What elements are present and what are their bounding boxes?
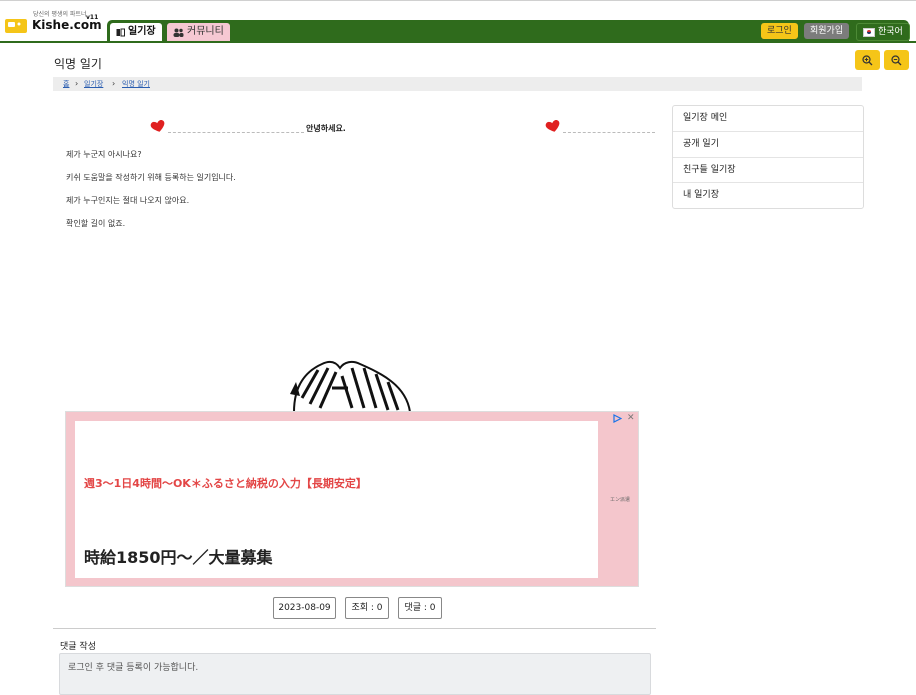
tab-community[interactable]: 커뮤니티 — [167, 23, 230, 41]
ad-content: 週3〜1日4時間〜OK＊ふるさと納税の入力【長期安定】 時給1850円〜／大量募… — [75, 421, 598, 578]
comment-count: 댓글 : 0 — [398, 597, 442, 619]
ad-choices-icon[interactable] — [613, 414, 622, 423]
zebra-illustration — [290, 360, 412, 412]
breadcrumb-anonymous-diary[interactable]: 익명 일기 — [122, 77, 150, 91]
heart-icon — [545, 119, 560, 132]
sidebar-item-diary-main[interactable]: 일기장 메인 — [673, 106, 863, 131]
logo-tagline: 당신의 평생의 파트너 — [33, 11, 87, 18]
breadcrumb-diary[interactable]: 일기장 — [84, 77, 103, 91]
comment-input[interactable]: 로그인 후 댓글 등록이 가능합니다. — [59, 653, 651, 695]
tab-community-label: 커뮤니티 — [187, 26, 224, 37]
zoom-in-icon — [862, 54, 873, 65]
ad-brand: エン派遣 — [610, 497, 631, 503]
logo-mark-icon — [5, 19, 27, 33]
comment-label: 댓글 작성 — [60, 642, 96, 652]
diary-line: 제가 누구인지는 절대 나오지 않아요. — [66, 196, 190, 205]
diary-title: 안녕하세요. — [306, 124, 346, 133]
book-icon — [116, 28, 125, 36]
comment-placeholder: 로그인 후 댓글 등록이 가능합니다. — [68, 663, 199, 673]
korea-flag-icon — [863, 27, 875, 37]
signup-button[interactable]: 회원가입 — [804, 23, 850, 39]
navbar-underline — [0, 41, 916, 43]
diary-date: 2023-08-09 — [273, 597, 336, 619]
view-count: 조회 : 0 — [345, 597, 389, 619]
tab-diary[interactable]: 일기장 — [110, 23, 162, 41]
logo-version: v11 — [86, 14, 99, 21]
sidebar-item-friends-diary[interactable]: 친구들 일기장 — [673, 157, 863, 183]
sidebar-item-public-diary[interactable]: 공개 일기 — [673, 131, 863, 157]
sidebar-menu: 일기장 메인 공개 일기 친구들 일기장 내 일기장 — [672, 105, 864, 209]
login-button[interactable]: 로그인 — [761, 23, 798, 39]
dashed-divider — [168, 132, 304, 133]
ad-banner[interactable]: 週3〜1日4時間〜OK＊ふるさと納税の入力【長期安定】 時給1850円〜／大量募… — [65, 411, 639, 587]
main-navbar: 일기장 커뮤니티 로그인 회원가입 한국어 — [107, 20, 910, 41]
diary-line: 제가 누군지 아시나요? — [66, 150, 142, 159]
chevron-right-icon: › — [112, 79, 116, 88]
language-label: 한국어 — [878, 27, 903, 37]
chevron-right-icon: › — [75, 79, 79, 88]
ad-subheadline: 時給1850円〜／大量募集 — [84, 548, 273, 567]
zoom-out-icon — [891, 54, 902, 65]
language-button[interactable]: 한국어 — [856, 23, 910, 41]
breadcrumb-home[interactable]: 홈 — [63, 77, 69, 91]
top-border — [0, 0, 916, 1]
tab-diary-label: 일기장 — [128, 26, 156, 37]
sidebar-item-my-diary[interactable]: 내 일기장 — [673, 182, 863, 208]
diary-line: 확인할 길이 없죠. — [66, 219, 126, 228]
breadcrumb: 홈 › 일기장 › 익명 일기 — [53, 77, 862, 91]
ad-close-icon[interactable]: ✕ — [627, 413, 635, 423]
divider — [53, 628, 656, 629]
diary-line: 키쉬 도움말을 작성하기 위해 등록하는 일기입니다. — [66, 173, 236, 182]
heart-icon — [150, 119, 165, 132]
site-logo[interactable]: 당신의 평생의 파트너 Kishe.com v11 — [4, 6, 104, 38]
page-title: 익명 일기 — [54, 57, 102, 71]
ad-headline: 週3〜1日4時間〜OK＊ふるさと納税の入力【長期安定】 — [84, 477, 367, 490]
zoom-out-button[interactable] — [884, 50, 909, 70]
users-icon — [173, 28, 184, 37]
dashed-divider — [563, 132, 655, 133]
zoom-in-button[interactable] — [855, 50, 880, 70]
